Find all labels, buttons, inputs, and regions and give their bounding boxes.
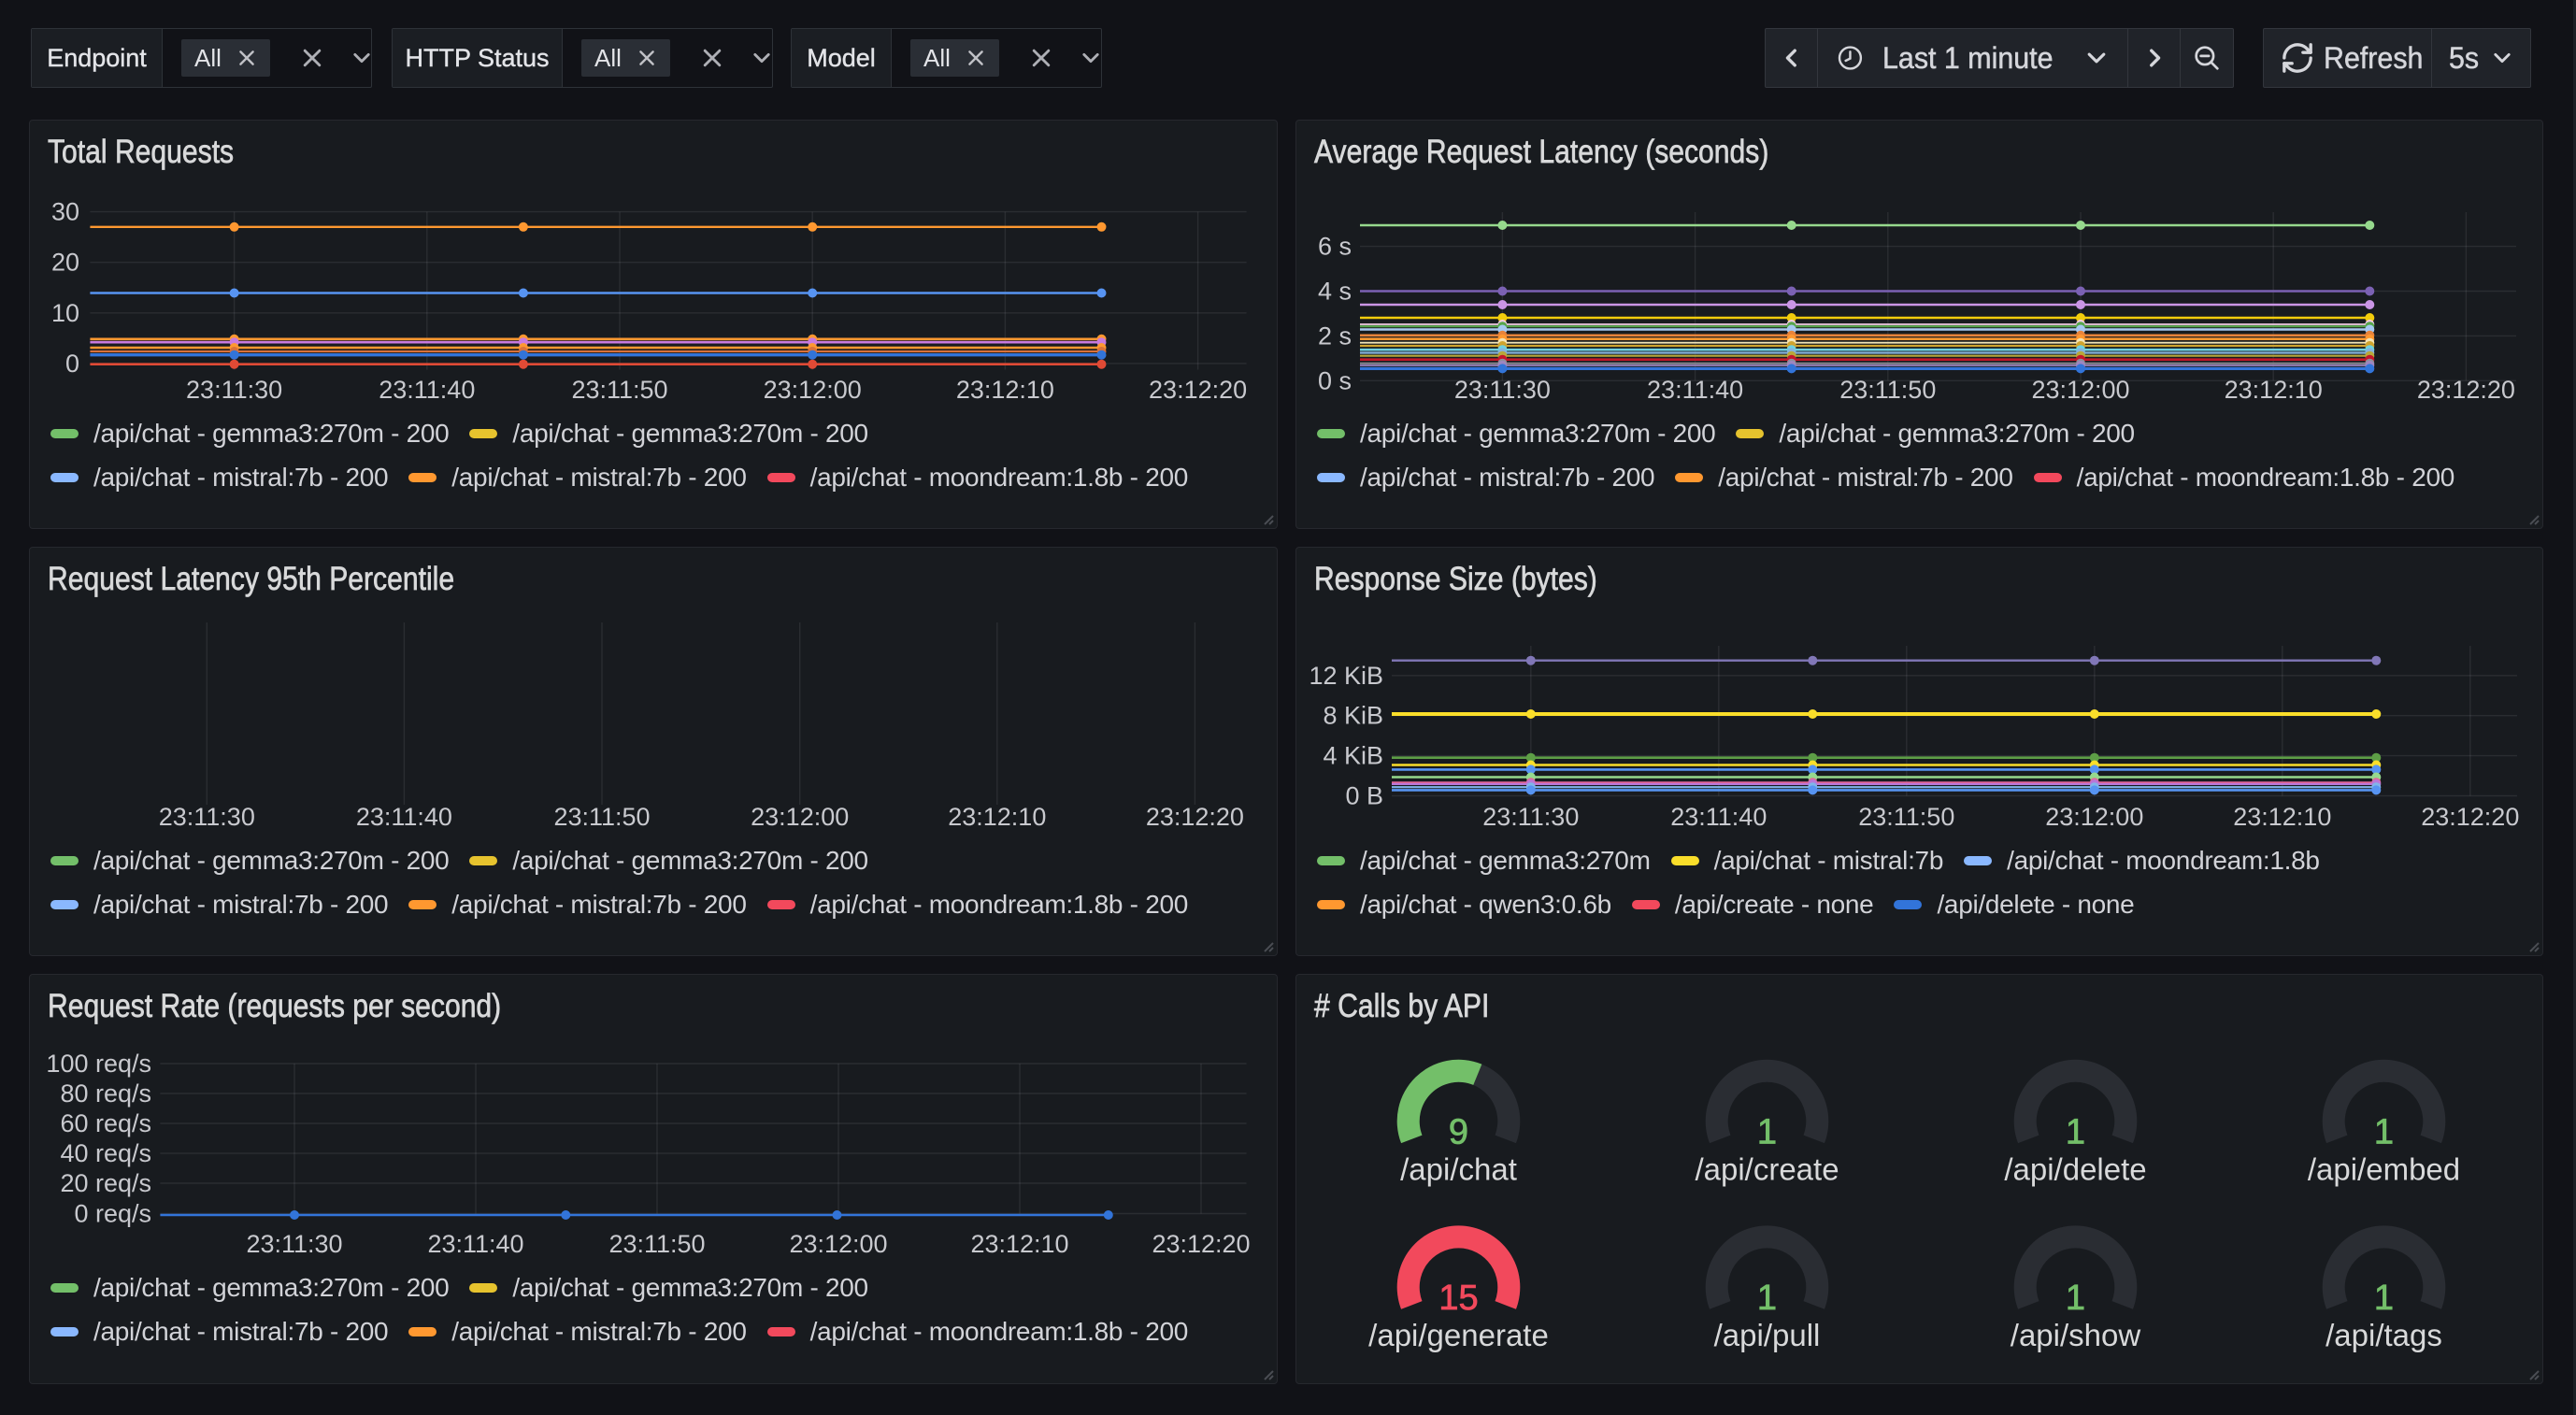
svg-text:40 req/s: 40 req/s — [60, 1139, 151, 1167]
svg-text:12 KiB: 12 KiB — [1309, 662, 1383, 690]
svg-text:23:12:20: 23:12:20 — [2417, 376, 2515, 404]
svg-text:23:12:10: 23:12:10 — [970, 1230, 1068, 1258]
svg-text:23:12:00: 23:12:00 — [789, 1230, 887, 1258]
svg-text:/api/create: /api/create — [1695, 1152, 1839, 1187]
svg-text:23:12:10: 23:12:10 — [948, 803, 1046, 831]
svg-text:23:11:40: 23:11:40 — [1647, 376, 1743, 404]
svg-text:23:11:40: 23:11:40 — [427, 1230, 523, 1258]
svg-text:23:11:50: 23:11:50 — [553, 803, 650, 831]
svg-text:/api/embed: /api/embed — [2308, 1152, 2460, 1187]
svg-text:6 s: 6 s — [1318, 233, 1352, 261]
svg-text:20: 20 — [51, 249, 79, 277]
svg-text:23:11:50: 23:11:50 — [1839, 376, 1936, 404]
svg-text:/api/delete: /api/delete — [2004, 1152, 2146, 1187]
svg-text:9: 9 — [1449, 1113, 1468, 1152]
svg-text:15: 15 — [1438, 1279, 1478, 1318]
svg-text:23:11:50: 23:11:50 — [608, 1230, 705, 1258]
svg-text:4 KiB: 4 KiB — [1323, 742, 1383, 770]
svg-text:23:12:20: 23:12:20 — [1146, 803, 1244, 831]
svg-text:23:11:50: 23:11:50 — [1858, 803, 1954, 831]
svg-text:1: 1 — [2066, 1113, 2085, 1152]
svg-text:23:12:00: 23:12:00 — [764, 376, 862, 404]
svg-text:100 req/s: 100 req/s — [46, 1050, 151, 1078]
svg-text:23:12:10: 23:12:10 — [956, 376, 1054, 404]
svg-text:/api/tags: /api/tags — [2326, 1318, 2442, 1352]
svg-text:1: 1 — [1757, 1279, 1777, 1318]
svg-text:20 req/s: 20 req/s — [60, 1169, 151, 1197]
svg-text:23:12:20: 23:12:20 — [2421, 803, 2519, 831]
svg-text:1: 1 — [2374, 1279, 2394, 1318]
svg-text:23:12:20: 23:12:20 — [1149, 376, 1247, 404]
svg-text:0 req/s: 0 req/s — [74, 1200, 151, 1228]
svg-text:23:11:40: 23:11:40 — [1670, 803, 1767, 831]
svg-text:0: 0 — [65, 350, 79, 378]
svg-text:23:12:10: 23:12:10 — [2233, 803, 2331, 831]
svg-text:30: 30 — [51, 198, 79, 226]
svg-text:23:11:40: 23:11:40 — [379, 376, 475, 404]
svg-text:1: 1 — [1757, 1113, 1777, 1152]
svg-text:1: 1 — [2374, 1113, 2394, 1152]
svg-text:2 s: 2 s — [1318, 322, 1352, 350]
svg-text:/api/show: /api/show — [2011, 1318, 2141, 1352]
svg-text:23:12:20: 23:12:20 — [1152, 1230, 1250, 1258]
svg-text:23:11:50: 23:11:50 — [571, 376, 667, 404]
svg-text:23:11:30: 23:11:30 — [159, 803, 255, 831]
svg-text:23:12:10: 23:12:10 — [2225, 376, 2323, 404]
svg-text:23:11:30: 23:11:30 — [1454, 376, 1551, 404]
svg-text:23:11:30: 23:11:30 — [1482, 803, 1579, 831]
svg-text:23:11:40: 23:11:40 — [356, 803, 452, 831]
svg-text:60 req/s: 60 req/s — [60, 1109, 151, 1137]
svg-text:/api/chat: /api/chat — [1400, 1152, 1517, 1187]
svg-text:23:11:30: 23:11:30 — [186, 376, 282, 404]
svg-text:80 req/s: 80 req/s — [60, 1079, 151, 1108]
svg-text:23:12:00: 23:12:00 — [2045, 803, 2143, 831]
svg-text:23:12:00: 23:12:00 — [2031, 376, 2129, 404]
svg-text:4 s: 4 s — [1318, 278, 1352, 306]
svg-text:23:12:00: 23:12:00 — [751, 803, 849, 831]
svg-text:23:11:30: 23:11:30 — [246, 1230, 342, 1258]
svg-text:10: 10 — [51, 299, 79, 327]
svg-text:/api/generate: /api/generate — [1368, 1318, 1549, 1352]
svg-text:8 KiB: 8 KiB — [1323, 702, 1383, 730]
svg-text:/api/pull: /api/pull — [1714, 1318, 1821, 1352]
svg-text:0 s: 0 s — [1318, 366, 1352, 394]
svg-text:1: 1 — [2066, 1279, 2085, 1318]
svg-text:0 B: 0 B — [1345, 782, 1383, 810]
